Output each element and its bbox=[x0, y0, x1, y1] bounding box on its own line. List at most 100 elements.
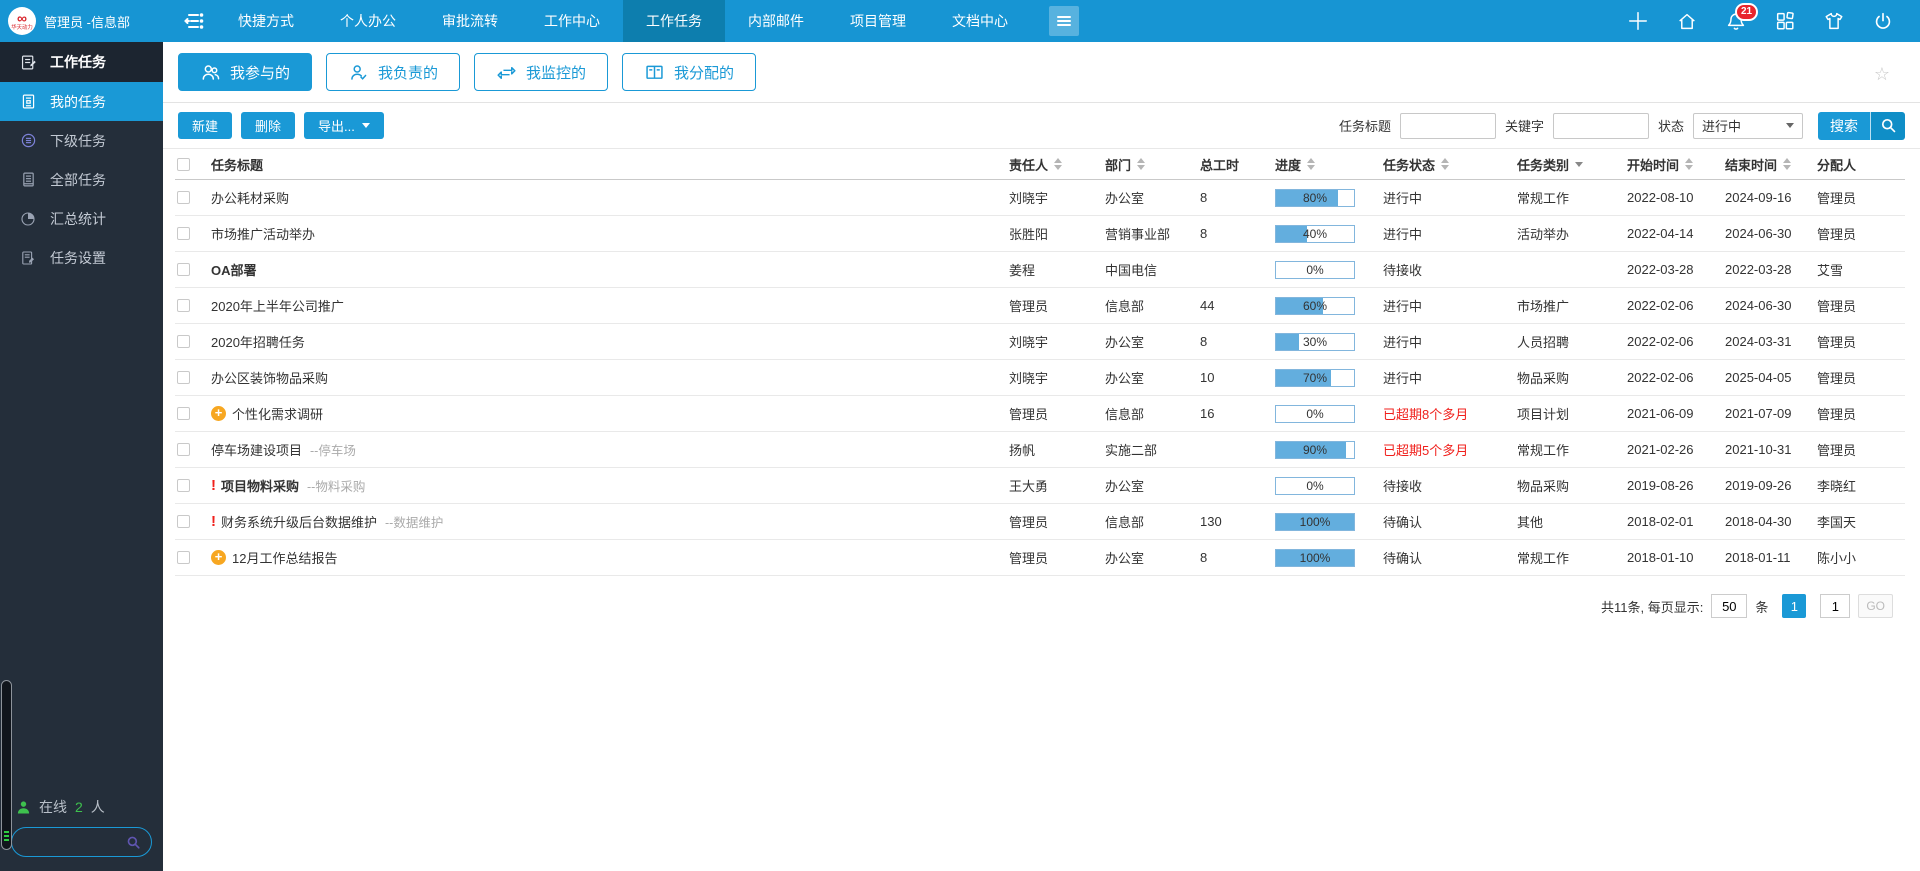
nav-item-8[interactable]: 文档中心 bbox=[929, 0, 1031, 42]
row-checkbox[interactable] bbox=[177, 515, 190, 528]
sidebar-item-2[interactable]: 下级任务 bbox=[0, 121, 163, 160]
row-checkbox[interactable] bbox=[177, 551, 190, 564]
nav-item-6[interactable]: 内部邮件 bbox=[725, 0, 827, 42]
sort-arrows-icon[interactable] bbox=[1441, 158, 1450, 170]
new-button[interactable]: 新建 bbox=[178, 112, 233, 139]
column-filter-caret-icon[interactable] bbox=[1575, 161, 1584, 167]
row-checkbox[interactable] bbox=[177, 191, 190, 204]
sort-arrows-icon[interactable] bbox=[1307, 158, 1316, 170]
task-title-link[interactable]: 办公区装饰物品采购 bbox=[211, 368, 328, 387]
select-all-checkbox[interactable] bbox=[177, 157, 190, 171]
table-row[interactable]: 市场推广活动举办 张胜阳 营销事业部 8 40% 进行中 活动举办 2022-04-14 202… bbox=[175, 216, 1905, 252]
nav-item-2[interactable]: 个人办公 bbox=[317, 0, 419, 42]
delete-button[interactable]: 删除 bbox=[241, 112, 296, 139]
status-select[interactable]: 进行中 bbox=[1693, 112, 1803, 139]
task-title-link[interactable]: 财务系统升级后台数据维护 bbox=[221, 512, 377, 531]
cell-text: 常规工作 bbox=[1517, 443, 1570, 458]
task-title-link[interactable]: 项目物料采购 bbox=[221, 476, 299, 495]
task-title-link[interactable]: OA部署 bbox=[211, 260, 257, 279]
row-checkbox[interactable] bbox=[177, 299, 190, 312]
column-header-5[interactable]: 进度 bbox=[1275, 155, 1383, 174]
sidebar-item-1[interactable]: 我的任务 bbox=[0, 82, 163, 121]
sidebar-search-input[interactable] bbox=[12, 834, 126, 850]
table-row[interactable]: 2020年上半年公司推广 管理员 信息部 44 60% 进行中 市场推广 2022-02-06… bbox=[175, 288, 1905, 324]
search-button[interactable]: 搜索 bbox=[1818, 111, 1905, 140]
sidebar-item-3[interactable]: 全部任务 bbox=[0, 160, 163, 199]
sidebar-item-4[interactable]: 汇总统计 bbox=[0, 199, 163, 238]
tab-4[interactable]: 我分配的 bbox=[622, 53, 757, 91]
column-header-4[interactable]: 总工时 bbox=[1200, 155, 1275, 174]
task-title-link[interactable]: 市场推广活动举办 bbox=[211, 224, 315, 243]
task-title-link[interactable]: 停车场建设项目 bbox=[211, 440, 302, 459]
task-title-link[interactable]: 2020年上半年公司推广 bbox=[211, 296, 344, 315]
company-logo-icon[interactable]: ∞ 华天动力 bbox=[8, 7, 36, 35]
goto-page-input[interactable] bbox=[1820, 594, 1851, 618]
keyword-filter-input[interactable] bbox=[1552, 112, 1649, 139]
bell-icon[interactable]: 21 bbox=[1725, 3, 1759, 32]
table-row[interactable]: ! 项目物料采购 --物料采购 王大勇 办公室 0% 待接收 物品采购 2019-08-26 20… bbox=[175, 468, 1905, 504]
row-checkbox[interactable] bbox=[177, 263, 190, 276]
task-title-filter-input[interactable] bbox=[1399, 112, 1496, 139]
column-header-9[interactable]: 结束时间 bbox=[1725, 155, 1817, 174]
sidebar-item-5[interactable]: 任务设置 bbox=[0, 238, 163, 277]
row-checkbox[interactable] bbox=[177, 443, 190, 456]
table-row[interactable]: +12月工作总结报告 管理员 办公室 8 100% 待确认 常规工作 2018-01-10 20… bbox=[175, 540, 1905, 576]
table-row[interactable]: OA部署 姜程 中国电信 0% 待接收 2022-03-28 2022-03-28 艾雪 bbox=[175, 252, 1905, 288]
nav-collapse-icon[interactable] bbox=[179, 6, 209, 36]
column-header-1[interactable]: 任务标题 bbox=[211, 155, 1009, 174]
side-panel-handle[interactable] bbox=[1, 680, 12, 850]
online-users[interactable]: 在线 2 人 bbox=[16, 797, 105, 817]
apps-grid-icon[interactable] bbox=[1774, 10, 1796, 32]
table-row[interactable]: 办公耗材采购 刘晓宇 办公室 8 80% 进行中 常规工作 2022-08-10 2024-09… bbox=[175, 180, 1905, 216]
column-header-3[interactable]: 部门 bbox=[1105, 155, 1200, 174]
nav-item-4[interactable]: 工作中心 bbox=[521, 0, 623, 42]
row-checkbox[interactable] bbox=[177, 371, 190, 384]
tab-1[interactable]: 我参与的 bbox=[178, 53, 313, 91]
theme-shirt-icon[interactable] bbox=[1823, 10, 1845, 32]
tab-3[interactable]: 我监控的 bbox=[474, 53, 609, 91]
more-apps-icon[interactable] bbox=[1049, 6, 1079, 36]
row-checkbox[interactable] bbox=[177, 407, 190, 420]
row-checkbox[interactable] bbox=[177, 227, 190, 240]
table-row[interactable]: 2020年招聘任务 刘晓宇 办公室 8 30% 进行中 人员招聘 2022-02-06 2024… bbox=[175, 324, 1905, 360]
tab-2[interactable]: 我负责的 bbox=[326, 53, 461, 91]
export-button[interactable]: 导出... bbox=[304, 112, 384, 139]
task-title-link[interactable]: 办公耗材采购 bbox=[211, 188, 289, 207]
nav-item-1[interactable]: 快捷方式 bbox=[215, 0, 317, 42]
home-icon[interactable] bbox=[1676, 10, 1698, 32]
cell-text: 待确认 bbox=[1383, 551, 1423, 566]
column-header-8[interactable]: 开始时间 bbox=[1627, 155, 1725, 174]
nav-item-3[interactable]: 审批流转 bbox=[419, 0, 521, 42]
sort-arrows-icon[interactable] bbox=[1054, 158, 1063, 170]
current-page-button[interactable]: 1 bbox=[1782, 594, 1807, 618]
task-title-link[interactable]: 12月工作总结报告 bbox=[232, 548, 337, 567]
table-row[interactable]: 办公区装饰物品采购 刘晓宇 办公室 10 70% 进行中 物品采购 2022-02-06 202… bbox=[175, 360, 1905, 396]
row-checkbox[interactable] bbox=[177, 479, 190, 492]
page-size-input[interactable] bbox=[1711, 594, 1748, 618]
sort-arrows-icon[interactable] bbox=[1783, 158, 1792, 170]
nav-item-7[interactable]: 项目管理 bbox=[827, 0, 929, 42]
column-header-7[interactable]: 任务类别 bbox=[1517, 155, 1627, 174]
task-title-link[interactable]: 个性化需求调研 bbox=[232, 404, 323, 423]
sidebar-search-icon[interactable] bbox=[126, 835, 141, 850]
column-header-10[interactable]: 分配人 bbox=[1817, 155, 1905, 174]
go-button[interactable]: GO bbox=[1858, 594, 1893, 618]
cell-text: 张胜阳 bbox=[1009, 227, 1049, 242]
assigner-cell: 管理员 bbox=[1817, 404, 1905, 423]
column-header-6[interactable]: 任务状态 bbox=[1383, 155, 1517, 174]
favorite-star-icon[interactable]: ☆ bbox=[1874, 64, 1890, 85]
column-header-2[interactable]: 责任人 bbox=[1009, 155, 1105, 174]
table-row[interactable]: 停车场建设项目 --停车场 扬帆 实施二部 90% 已超期5个多月 常规工作 2021-02-… bbox=[175, 432, 1905, 468]
task-title-link[interactable]: 2020年招聘任务 bbox=[211, 332, 305, 351]
dept-cell: 中国电信 bbox=[1105, 260, 1200, 279]
row-checkbox[interactable] bbox=[177, 335, 190, 348]
brand: ∞ 华天动力 管理员 -信息部 bbox=[0, 7, 163, 35]
cell-text: 2024-03-31 bbox=[1725, 334, 1792, 349]
table-row[interactable]: ! 财务系统升级后台数据维护 --数据维护 管理员 信息部 130 100% 待确认 其他 201… bbox=[175, 504, 1905, 540]
sort-arrows-icon[interactable] bbox=[1137, 158, 1146, 170]
power-icon[interactable] bbox=[1872, 10, 1894, 32]
sort-arrows-icon[interactable] bbox=[1685, 158, 1694, 170]
table-row[interactable]: + 个性化需求调研 管理员 信息部 16 0% 已超期8个多月 项目计划 2021-06-09 2… bbox=[175, 396, 1905, 432]
add-icon[interactable] bbox=[1627, 10, 1649, 32]
nav-item-5[interactable]: 工作任务 bbox=[623, 0, 725, 42]
